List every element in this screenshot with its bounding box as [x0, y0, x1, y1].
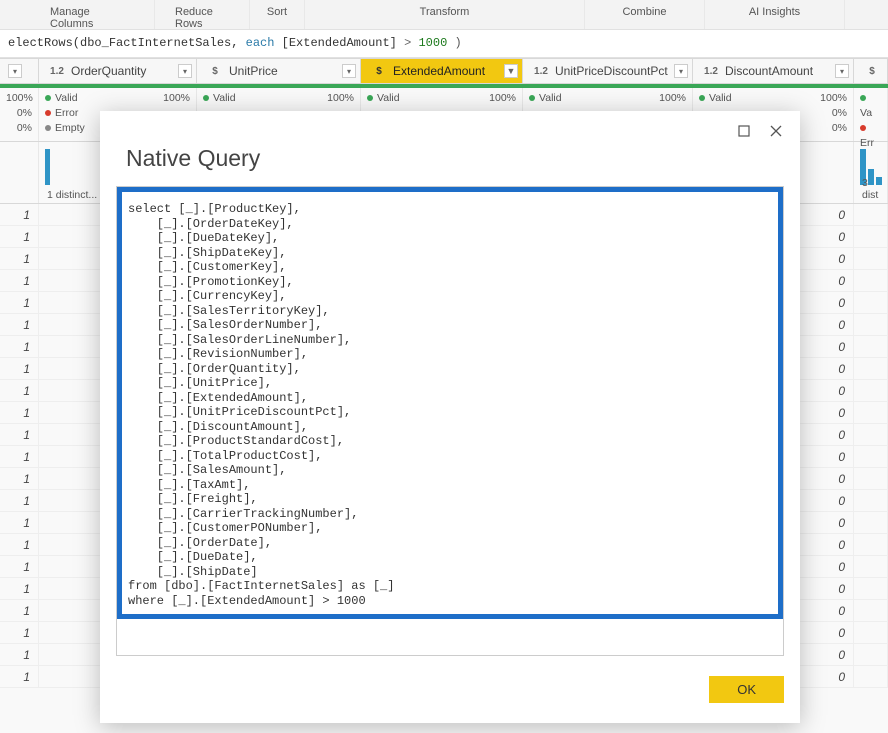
- native-query-dialog: Native Query select [_].[ProductKey], [_…: [100, 111, 800, 723]
- cell: [854, 534, 888, 555]
- chevron-down-icon[interactable]: ▾: [8, 64, 22, 78]
- dist-cell: [0, 142, 39, 203]
- column-header-unitprice[interactable]: $ UnitPrice ▾: [197, 58, 361, 83]
- type-number-icon: 1.2: [701, 66, 721, 77]
- column-header-extendedamount[interactable]: $ ExtendedAmount ▼: [361, 58, 523, 83]
- ribbon-group-columns[interactable]: Manage Columns: [30, 0, 155, 29]
- column-name: UnitPrice: [229, 64, 338, 78]
- formula-bar[interactable]: electRows(dbo_FactInternetSales, each [E…: [0, 30, 888, 58]
- chevron-down-icon[interactable]: ▾: [178, 64, 192, 78]
- cell: [854, 490, 888, 511]
- cell: [854, 622, 888, 643]
- cell: [854, 292, 888, 313]
- cell: 1: [0, 204, 39, 225]
- cell: 1: [0, 226, 39, 247]
- cell: [854, 446, 888, 467]
- cell: [854, 644, 888, 665]
- cell: [854, 512, 888, 533]
- cell: 1: [0, 534, 39, 555]
- cell: [854, 226, 888, 247]
- column-name: OrderQuantity: [71, 64, 174, 78]
- type-currency-icon: $: [862, 66, 882, 77]
- column-headers-row: ▾ 1.2 OrderQuantity ▾ $ UnitPrice ▾ $ Ex…: [0, 58, 888, 84]
- cell: [854, 248, 888, 269]
- formula-number: 1000: [418, 36, 447, 50]
- column-name: ExtendedAmount: [393, 64, 502, 78]
- quality-cell: Va Err: [854, 88, 888, 141]
- ribbon-group-transform[interactable]: Transform: [305, 0, 585, 29]
- cell: [854, 380, 888, 401]
- column-name: UnitPriceDiscountPct: [555, 64, 670, 78]
- ribbon-groups-bar: Manage Columns Reduce Rows Sort Transfor…: [0, 0, 888, 30]
- cell: [854, 600, 888, 621]
- distinct-count-label: 1 distinct...: [47, 189, 97, 201]
- cell: 1: [0, 556, 39, 577]
- distribution-bar-icon: [45, 149, 50, 185]
- maximize-icon[interactable]: [736, 123, 752, 139]
- cell: 1: [0, 622, 39, 643]
- cell: 1: [0, 600, 39, 621]
- column-header-left-edge[interactable]: ▾: [0, 58, 39, 83]
- cell: 1: [0, 380, 39, 401]
- cell: [854, 336, 888, 357]
- cell: [854, 204, 888, 225]
- cell: [854, 358, 888, 379]
- column-header-pr[interactable]: $ Pr: [854, 58, 888, 83]
- cell: 1: [0, 666, 39, 687]
- cell: 1: [0, 468, 39, 489]
- column-header-unitpricediscountpct[interactable]: 1.2 UnitPriceDiscountPct ▾: [523, 58, 693, 83]
- quality-cell: 100% 0% 0%: [0, 88, 39, 141]
- cell: [854, 314, 888, 335]
- cell: 1: [0, 314, 39, 335]
- chevron-down-icon[interactable]: ▾: [835, 64, 849, 78]
- cell: 1: [0, 644, 39, 665]
- ribbon-group-sort[interactable]: Sort: [250, 0, 305, 29]
- chevron-down-icon[interactable]: ▾: [342, 64, 356, 78]
- column-header-discountamount[interactable]: 1.2 DiscountAmount ▾: [693, 58, 854, 83]
- dist-cell: 3 dist: [854, 142, 888, 203]
- cell: [854, 402, 888, 423]
- ribbon-group-ai[interactable]: AI Insights: [705, 0, 845, 29]
- cell: [854, 270, 888, 291]
- formula-suffix: ): [455, 36, 462, 50]
- cell: [854, 424, 888, 445]
- cell: 1: [0, 578, 39, 599]
- ok-button[interactable]: OK: [709, 676, 784, 703]
- cell: 1: [0, 512, 39, 533]
- formula-column-ref: [ExtendedAmount]: [282, 36, 397, 50]
- type-currency-icon: $: [205, 66, 225, 77]
- formula-keyword-each: each: [246, 36, 275, 50]
- cell: 1: [0, 446, 39, 467]
- type-number-icon: 1.2: [47, 66, 67, 77]
- cell: 1: [0, 248, 39, 269]
- dialog-body-textbox[interactable]: select [_].[ProductKey], [_].[OrderDateK…: [116, 186, 784, 656]
- type-number-icon: 1.2: [531, 66, 551, 77]
- formula-prefix: electRows(dbo_FactInternetSales,: [8, 36, 246, 50]
- chevron-down-icon[interactable]: ▾: [674, 64, 688, 78]
- close-icon[interactable]: [768, 123, 784, 139]
- cell: 1: [0, 358, 39, 379]
- type-currency-icon: $: [369, 66, 389, 77]
- formula-operator: >: [404, 36, 418, 50]
- dialog-title: Native Query: [126, 145, 784, 172]
- ribbon-group-rows[interactable]: Reduce Rows: [155, 0, 250, 29]
- sql-highlight-box: select [_].[ProductKey], [_].[OrderDateK…: [117, 187, 783, 619]
- ribbon-group-combine[interactable]: Combine: [585, 0, 705, 29]
- cell: 1: [0, 292, 39, 313]
- cell: 1: [0, 270, 39, 291]
- cell: 1: [0, 490, 39, 511]
- filter-icon[interactable]: ▼: [504, 64, 518, 78]
- cell: [854, 556, 888, 577]
- native-query-sql: select [_].[ProductKey], [_].[OrderDateK…: [128, 202, 772, 608]
- cell: 1: [0, 402, 39, 423]
- column-name: DiscountAmount: [725, 64, 831, 78]
- cell: [854, 468, 888, 489]
- cell: 1: [0, 336, 39, 357]
- cell: [854, 578, 888, 599]
- column-header-orderquantity[interactable]: 1.2 OrderQuantity ▾: [39, 58, 197, 83]
- distinct-count-label: 3 dist: [862, 177, 887, 201]
- cell: 1: [0, 424, 39, 445]
- cell: [854, 666, 888, 687]
